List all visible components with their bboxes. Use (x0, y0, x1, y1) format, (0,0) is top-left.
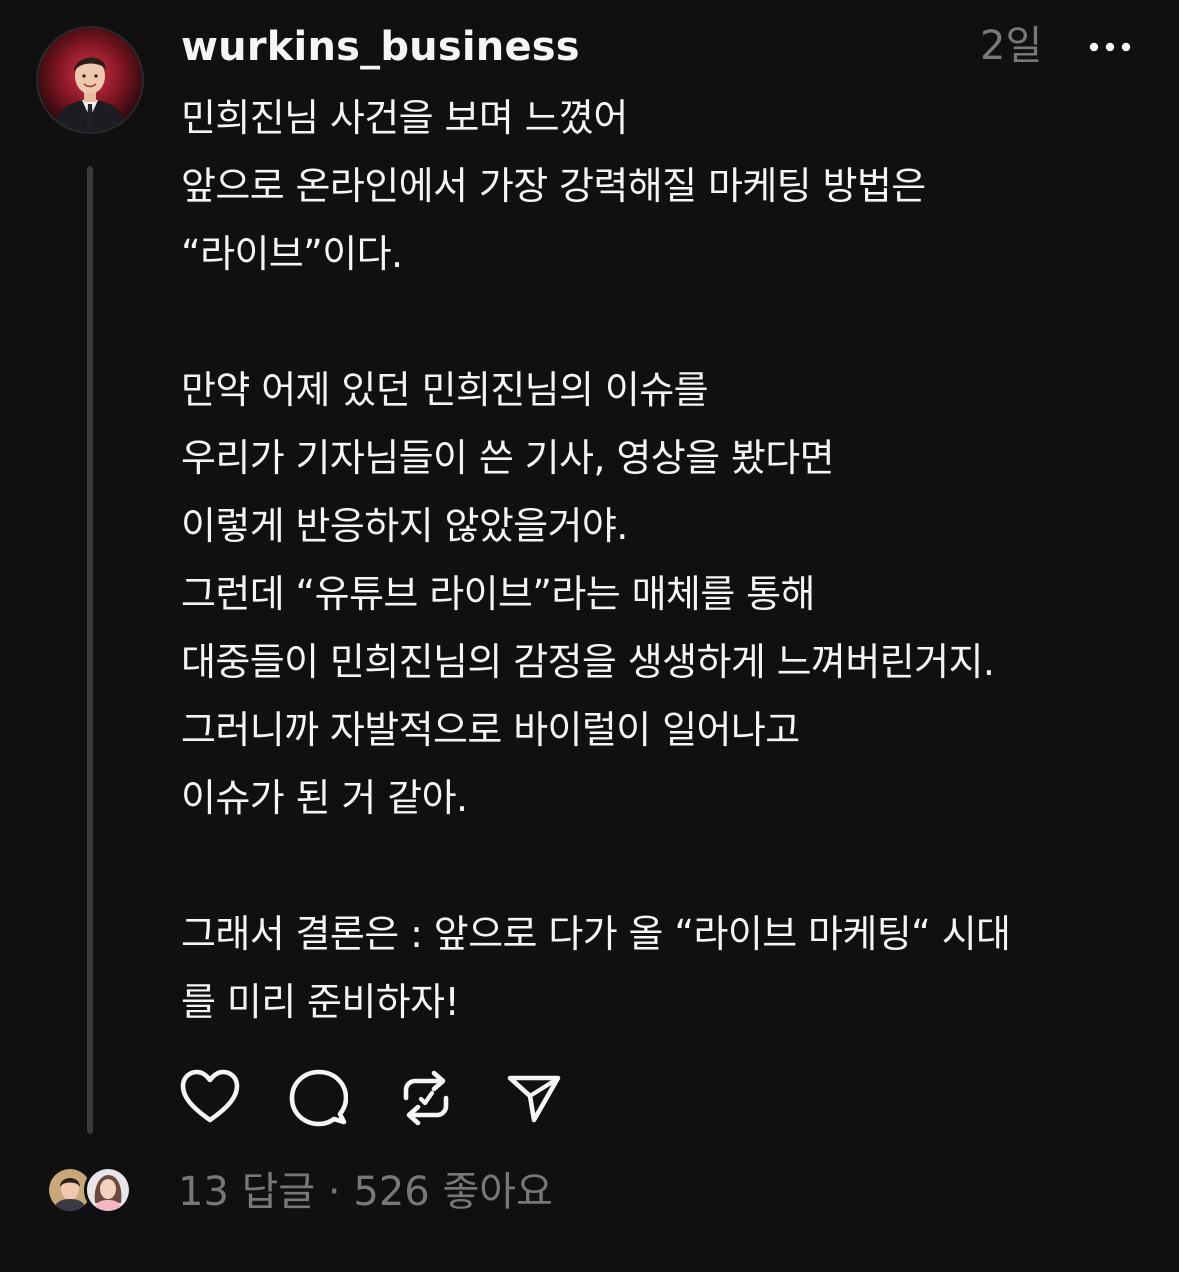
post-line: “라이브”이다. (181, 232, 403, 276)
author-avatar-image (38, 28, 142, 132)
post-line: 대중들이 민희진님의 감정을 생생하게 느껴버린거지. (181, 640, 995, 684)
thread-line (87, 166, 93, 1134)
repost-icon[interactable] (396, 1068, 456, 1128)
post-line: 우리가 기자님들이 쓴 기사, 영상을 봤다면 (181, 436, 835, 480)
post-line: 만약 어제 있던 민희진님의 이슈를 (181, 368, 709, 412)
likes-count[interactable]: 526 좋아요 (353, 1169, 552, 1215)
post-line: 민희진님 사건을 보며 느꼈어 (181, 96, 628, 140)
post-body: 민희진님 사건을 보며 느꼈어 앞으로 온라인에서 가장 강력해질 마케팅 방법… (181, 84, 1161, 1036)
author-avatar[interactable] (36, 26, 144, 134)
post-line: 이렇게 반응하지 않았을거야. (181, 504, 628, 548)
post-line: 그러니까 자발적으로 바이럴이 일어나고 (181, 708, 800, 752)
replier-avatars[interactable] (46, 1166, 136, 1218)
post-line: 그래서 결론은 : 앞으로 다가 올 “라이브 마케팅“ 시대 (181, 912, 1011, 956)
post-time: 2일 (980, 23, 1043, 69)
stats-separator: · (315, 1169, 354, 1215)
post-line-blank (181, 832, 1161, 900)
post-line: 앞으로 온라인에서 가장 강력해질 마케팅 방법은 (181, 164, 926, 208)
replier-avatar (84, 1166, 132, 1214)
send-icon[interactable] (504, 1068, 564, 1128)
post-line: 그런데 “유튜브 라이브”라는 매체를 통해 (181, 572, 815, 616)
more-horizontal-icon[interactable] (1086, 30, 1134, 64)
post-stats: 13 답글 · 526 좋아요 (178, 1164, 553, 1220)
comment-icon[interactable] (288, 1068, 349, 1128)
username[interactable]: wurkins_business (181, 22, 580, 72)
post-line: 를 미리 준비하자! (181, 980, 460, 1024)
post-line-blank (181, 288, 1161, 356)
heart-icon[interactable] (180, 1068, 240, 1128)
replies-count[interactable]: 13 답글 (178, 1169, 315, 1215)
post-line: 이슈가 된 거 같아. (181, 776, 468, 820)
